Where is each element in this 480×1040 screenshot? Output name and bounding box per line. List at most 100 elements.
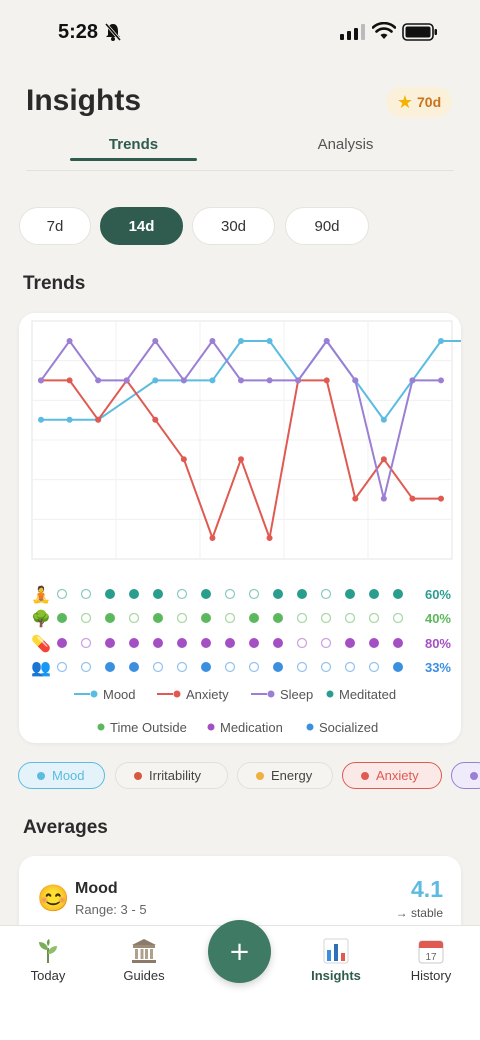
pill-icon: 💊 bbox=[31, 634, 51, 653]
tab-divider bbox=[26, 170, 454, 171]
status-time: 5:28 bbox=[58, 21, 99, 43]
habit-percent-socialized: 33% bbox=[425, 660, 451, 675]
habit-dot-meditated bbox=[201, 589, 211, 599]
habit-dot-socialized bbox=[201, 662, 211, 672]
data-point-mood bbox=[152, 377, 159, 384]
habit-dot-time-outside bbox=[128, 612, 140, 624]
range-90d-button[interactable]: 90d bbox=[285, 207, 369, 245]
data-point-sleep bbox=[180, 377, 187, 384]
range-30d-button[interactable]: 30d bbox=[192, 207, 275, 245]
data-point-sleep bbox=[352, 377, 359, 384]
habit-dot-medication bbox=[393, 638, 403, 648]
habit-dot-time-outside bbox=[249, 613, 259, 623]
sleep-dot-icon bbox=[470, 771, 478, 780]
add-entry-button[interactable]: + bbox=[208, 920, 271, 983]
habit-dot-time-outside bbox=[57, 613, 67, 623]
habit-percent-medication: 80% bbox=[425, 636, 451, 651]
nav-history-label: History bbox=[410, 968, 452, 983]
habit-dot-medication bbox=[153, 638, 163, 648]
meditate-icon: 🧘 bbox=[31, 585, 51, 604]
data-point-sleep bbox=[123, 377, 130, 384]
habit-dot-meditated bbox=[56, 588, 68, 600]
habit-percent-time-outside: 40% bbox=[425, 611, 451, 626]
filter-sleep-pill[interactable] bbox=[451, 762, 480, 789]
average-value: 4.1 bbox=[411, 876, 443, 902]
tab-trends[interactable]: Trends bbox=[70, 136, 197, 153]
streak-badge[interactable]: ★ 70d bbox=[386, 87, 452, 117]
habit-dot-meditated bbox=[393, 589, 403, 599]
habit-dot-medication bbox=[369, 638, 379, 648]
habit-dot-meditated bbox=[80, 588, 92, 600]
range-7d-button[interactable]: 7d bbox=[19, 207, 91, 245]
data-point-anxiety bbox=[380, 456, 387, 463]
habit-dot-time-outside bbox=[201, 613, 211, 623]
habit-dot-socialized bbox=[248, 661, 260, 673]
habit-dot-time-outside bbox=[392, 612, 404, 624]
data-point-anxiety bbox=[209, 535, 216, 541]
sprout-icon bbox=[39, 939, 57, 963]
habit-dot-medication bbox=[177, 638, 187, 648]
range-14d-button[interactable]: 14d bbox=[100, 207, 183, 245]
habit-dot-time-outside bbox=[224, 612, 236, 624]
legend-sleep-marker bbox=[267, 690, 275, 698]
habit-dot-meditated bbox=[320, 588, 332, 600]
habit-dot-socialized bbox=[320, 661, 332, 673]
filter-label: Energy bbox=[271, 768, 313, 783]
filter-energy-pill[interactable]: Energy bbox=[237, 762, 333, 789]
data-point-anxiety bbox=[180, 456, 187, 463]
habit-dot-time-outside bbox=[105, 613, 115, 623]
habit-dot-meditated bbox=[176, 588, 188, 600]
data-point-anxiety bbox=[266, 535, 273, 541]
habit-dot-time-outside bbox=[296, 612, 308, 624]
page-title: Insights bbox=[26, 84, 142, 117]
data-point-sleep bbox=[266, 377, 273, 384]
data-point-anxiety bbox=[352, 495, 359, 502]
habit-dot-medication bbox=[296, 637, 308, 649]
habit-dot-medication bbox=[225, 638, 235, 648]
data-point-anxiety bbox=[95, 416, 102, 423]
data-point-sleep bbox=[209, 338, 216, 344]
habit-dot-medication bbox=[201, 638, 211, 648]
nav-guides[interactable]: Guides bbox=[104, 934, 184, 983]
tree-icon: 🌳 bbox=[31, 609, 51, 628]
filter-irritability-pill[interactable]: Irritability bbox=[115, 762, 228, 789]
temple-icon bbox=[132, 939, 156, 963]
nav-today[interactable]: Today bbox=[8, 934, 88, 983]
anxiety-dot-icon bbox=[361, 771, 369, 780]
signal-icon bbox=[340, 24, 365, 40]
habit-dot-medication bbox=[273, 638, 283, 648]
filter-label: Anxiety bbox=[376, 768, 419, 783]
nav-insights[interactable]: Insights bbox=[296, 934, 376, 983]
tab-analysis[interactable]: Analysis bbox=[282, 136, 409, 153]
data-point-mood bbox=[238, 338, 244, 344]
habit-dot-time-outside bbox=[273, 613, 283, 623]
calendar-icon: 17 bbox=[418, 940, 444, 964]
filter-mood-pill[interactable]: Mood bbox=[18, 762, 105, 789]
data-point-anxiety bbox=[152, 416, 159, 423]
habit-dot-medication bbox=[57, 638, 67, 648]
habit-dot-meditated bbox=[129, 589, 139, 599]
data-point-sleep bbox=[95, 377, 102, 384]
habit-dot-socialized bbox=[105, 662, 115, 672]
habit-dot-time-outside bbox=[176, 612, 188, 624]
habit-dot-medication bbox=[249, 638, 259, 648]
nav-history[interactable]: 17 History bbox=[391, 934, 471, 983]
data-point-mood bbox=[438, 338, 444, 344]
data-point-sleep bbox=[66, 338, 73, 344]
averages-section-title: Averages bbox=[23, 817, 108, 838]
habit-percent-meditated: 60% bbox=[425, 587, 451, 602]
data-point-sleep bbox=[438, 377, 444, 384]
data-point-sleep bbox=[295, 377, 302, 384]
data-point-anxiety bbox=[409, 495, 416, 502]
data-point-sleep bbox=[409, 377, 416, 384]
bar-chart-icon bbox=[323, 938, 349, 964]
smile-icon: 😊 bbox=[37, 883, 70, 913]
mood-dot-icon bbox=[37, 771, 45, 780]
status-bar: 5:28 bbox=[0, 0, 480, 64]
habit-dot-socialized bbox=[176, 661, 188, 673]
data-point-sleep bbox=[152, 338, 159, 344]
habit-dot-meditated bbox=[105, 589, 115, 599]
legend-meditated-marker bbox=[326, 690, 334, 698]
filter-anxiety-pill[interactable]: Anxiety bbox=[342, 762, 442, 789]
data-point-anxiety bbox=[66, 377, 73, 384]
